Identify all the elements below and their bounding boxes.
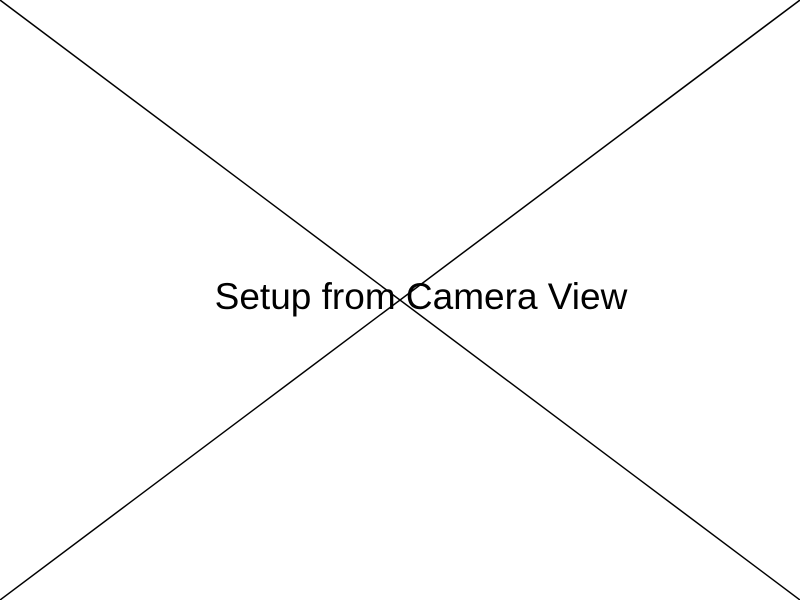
placeholder-caption: Setup from Camera View [214,276,628,317]
